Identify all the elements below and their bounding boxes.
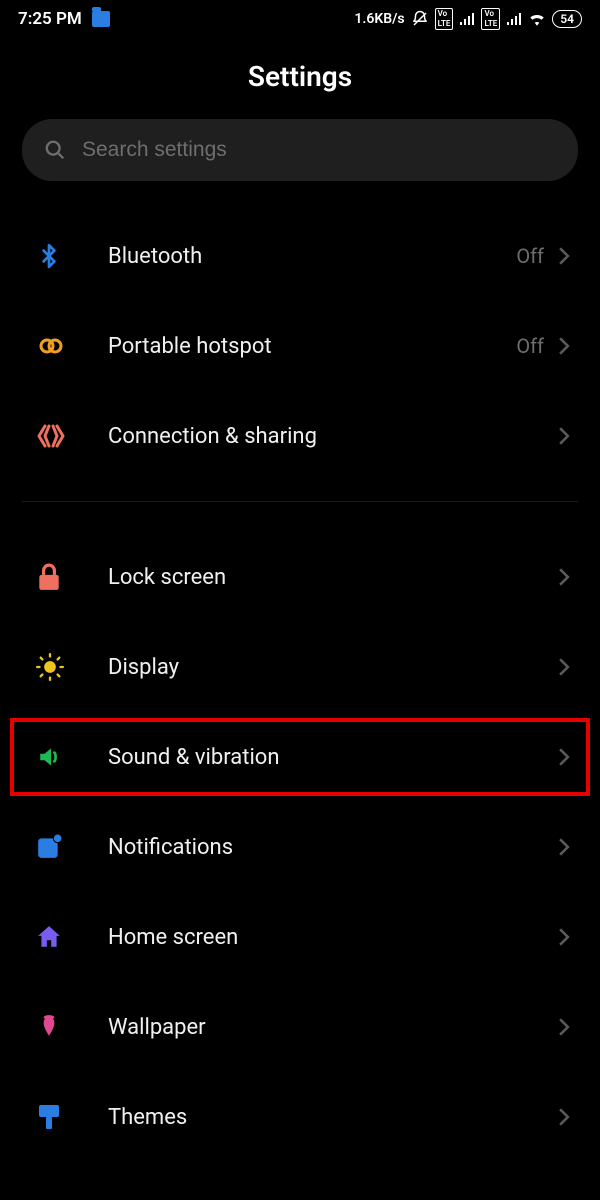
search-icon <box>44 139 66 161</box>
row-home-screen[interactable]: Home screen <box>0 892 600 982</box>
row-label: Bluetooth <box>108 244 516 269</box>
row-label: Themes <box>108 1105 558 1130</box>
chevron-right-icon <box>558 1108 570 1126</box>
row-connection[interactable]: Connection & sharing <box>0 391 600 481</box>
bluetooth-icon <box>36 241 78 271</box>
row-label: Lock screen <box>108 565 558 590</box>
chevron-right-icon <box>558 568 570 586</box>
row-wallpaper[interactable]: Wallpaper <box>0 982 600 1072</box>
row-label: Connection & sharing <box>108 424 558 449</box>
search-box[interactable] <box>22 119 578 181</box>
row-label: Notifications <box>108 835 558 860</box>
chevron-right-icon <box>558 838 570 856</box>
status-bar: 7:25 PM 1.6KB/s VoLTE VoLTE 54 <box>0 0 600 36</box>
settings-group-2: Lock screen Display Sound & vibration No… <box>0 532 600 1162</box>
row-themes[interactable]: Themes <box>0 1072 600 1162</box>
folder-icon <box>92 11 110 27</box>
chevron-right-icon <box>558 247 570 265</box>
row-lock-screen[interactable]: Lock screen <box>0 532 600 622</box>
notifications-icon <box>36 834 78 860</box>
lock-icon <box>36 563 78 591</box>
chevron-right-icon <box>558 1018 570 1036</box>
row-sound-vibration[interactable]: Sound & vibration <box>0 712 600 802</box>
volte-icon-2: VoLTE <box>481 8 500 30</box>
row-display[interactable]: Display <box>0 622 600 712</box>
row-value: Off <box>516 334 544 358</box>
row-label: Wallpaper <box>108 1015 558 1040</box>
battery-level: 54 <box>552 10 582 28</box>
row-hotspot[interactable]: Portable hotspot Off <box>0 301 600 391</box>
search-input[interactable] <box>82 138 556 162</box>
row-bluetooth[interactable]: Bluetooth Off <box>0 211 600 301</box>
page-title: Settings <box>0 60 600 93</box>
connection-icon <box>36 423 78 449</box>
row-value: Off <box>516 244 544 268</box>
chevron-right-icon <box>558 658 570 676</box>
sun-icon <box>36 653 78 681</box>
row-label: Home screen <box>108 925 558 950</box>
net-speed: 1.6KB/s <box>354 11 404 27</box>
signal-icon-1 <box>459 12 475 26</box>
row-notifications[interactable]: Notifications <box>0 802 600 892</box>
signal-icon-2 <box>506 12 522 26</box>
sound-icon <box>36 744 78 770</box>
hotspot-icon <box>36 334 78 358</box>
row-label: Display <box>108 655 558 680</box>
status-time: 7:25 PM <box>18 9 82 29</box>
chevron-right-icon <box>558 337 570 355</box>
chevron-right-icon <box>558 427 570 445</box>
mute-icon <box>411 10 429 28</box>
settings-group-1: Bluetooth Off Portable hotspot Off Conne… <box>0 211 600 481</box>
row-label: Sound & vibration <box>108 745 558 770</box>
chevron-right-icon <box>558 928 570 946</box>
chevron-right-icon <box>558 748 570 766</box>
row-label: Portable hotspot <box>108 334 516 359</box>
wallpaper-icon <box>36 1013 78 1041</box>
section-divider <box>22 501 578 502</box>
home-icon <box>36 924 78 950</box>
themes-icon <box>36 1103 78 1131</box>
volte-icon-1: VoLTE <box>435 8 454 30</box>
wifi-icon <box>528 12 546 26</box>
